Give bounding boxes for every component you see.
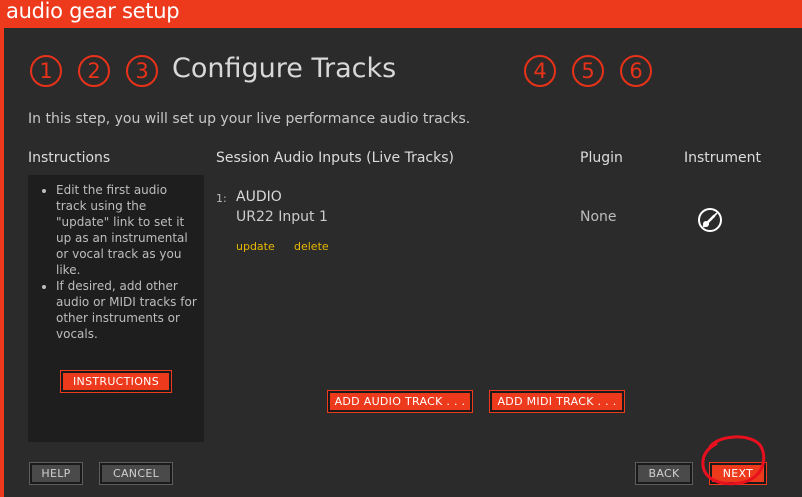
page-title: Configure Tracks	[172, 53, 397, 84]
inputs-column-header: Session Audio Inputs (Live Tracks)	[216, 150, 454, 166]
instructions-panel: Edit the first audio track using the "up…	[28, 175, 204, 442]
add-audio-track-button[interactable]: ADD AUDIO TRACK . . .	[327, 390, 473, 413]
step-1[interactable]: 1	[30, 55, 62, 87]
instructions-button[interactable]: INSTRUCTIONS	[60, 370, 172, 393]
step-2[interactable]: 2	[78, 55, 110, 87]
add-midi-track-button[interactable]: ADD MIDI TRACK . . .	[489, 390, 625, 413]
cancel-button[interactable]: CANCEL	[99, 462, 173, 485]
track-type: AUDIO	[236, 189, 282, 205]
instruction-item: Edit the first audio track using the "up…	[56, 182, 198, 278]
delete-link[interactable]: delete	[294, 240, 329, 253]
window-title: audio gear setup	[6, 0, 180, 23]
plugin-value[interactable]: None	[580, 209, 617, 225]
step-5[interactable]: 5	[572, 55, 604, 87]
guitar-icon[interactable]	[697, 207, 723, 233]
instructions-heading: Instructions	[28, 150, 111, 166]
step-4[interactable]: 4	[524, 55, 556, 87]
back-button[interactable]: BACK	[635, 462, 693, 485]
plugin-column-header: Plugin	[580, 150, 623, 166]
window-frame-left	[0, 28, 4, 497]
instrument-column-header: Instrument	[684, 150, 762, 166]
step-3[interactable]: 3	[126, 55, 158, 87]
instruction-item: If desired, add other audio or MIDI trac…	[56, 278, 198, 342]
intro-text: In this step, you will set up your live …	[28, 111, 471, 127]
step-6[interactable]: 6	[620, 55, 652, 87]
track-input-name: UR22 Input 1	[236, 209, 328, 225]
update-link[interactable]: update	[236, 240, 275, 253]
track-number: 1:	[216, 192, 227, 205]
instructions-list: Edit the first audio track using the "up…	[28, 182, 198, 342]
annotation-circle	[701, 435, 766, 486]
help-button[interactable]: HELP	[29, 462, 83, 485]
title-bar: audio gear setup	[0, 0, 802, 28]
